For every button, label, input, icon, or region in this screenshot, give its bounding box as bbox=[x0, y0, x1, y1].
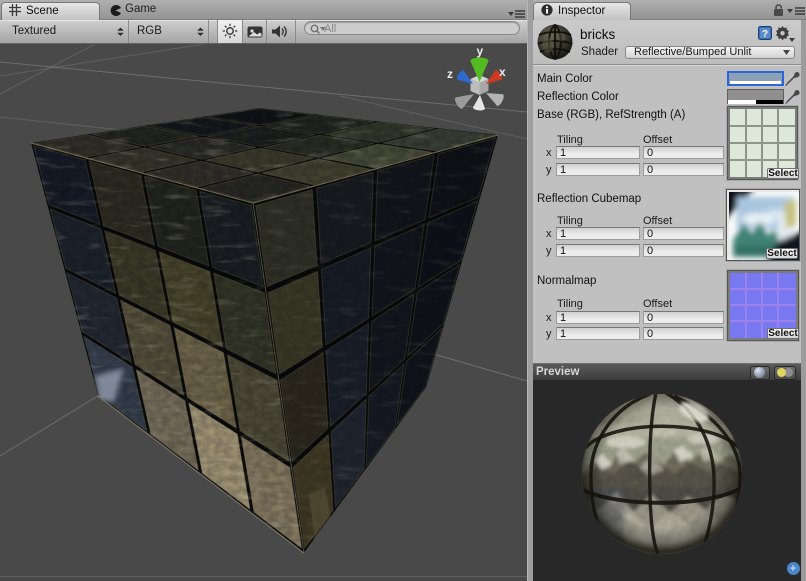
svg-text:x: x bbox=[499, 65, 506, 79]
svg-text:y: y bbox=[477, 44, 484, 58]
svg-text:z: z bbox=[447, 67, 453, 81]
svg-text:?: ? bbox=[762, 29, 768, 40]
